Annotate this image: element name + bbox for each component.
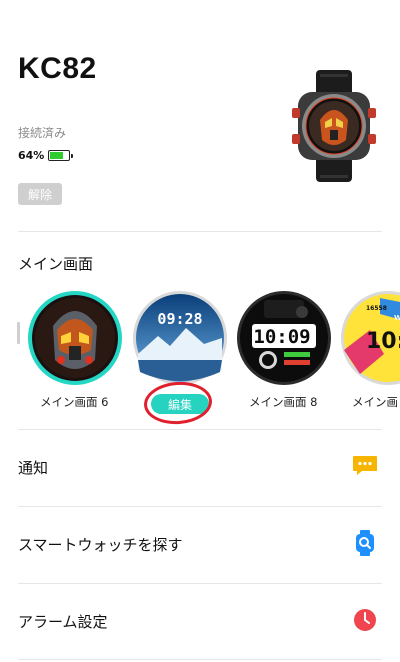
battery-fill: [50, 152, 64, 159]
watch-face-label: メイン画: [352, 395, 398, 409]
find-watch-icon: [352, 530, 378, 556]
unpair-button[interactable]: 解除: [18, 183, 62, 205]
menu-find-watch[interactable]: スマートウォッチを探す: [0, 506, 400, 582]
menu-notifications[interactable]: 通知: [0, 429, 400, 505]
menu-alarm-settings[interactable]: アラーム設定: [0, 583, 400, 659]
svg-text:16558: 16558: [366, 305, 387, 312]
watch-face-label: メイン画面 8: [249, 395, 318, 409]
divider: [18, 659, 382, 660]
watch-face-comic[interactable]: 16558 WED/28 10:0: [340, 290, 400, 386]
connection-status: 接続済み: [18, 126, 67, 140]
watch-face-time: 09:28: [157, 310, 202, 328]
scroll-edge-indicator: [17, 322, 20, 344]
menu-label: アラーム設定: [18, 613, 108, 631]
watch-face-label: メイン画面 6: [40, 395, 109, 409]
watch-face-6[interactable]: [27, 290, 123, 386]
menu-label: 通知: [18, 459, 49, 477]
main-screen-title: メイン画面: [18, 255, 94, 273]
device-name: KC82: [18, 52, 97, 85]
alarm-clock-icon: [352, 607, 378, 633]
watch-faces-strip[interactable]: メイン画面 6 09:28 編集 10:09 メイン画面 8 16558 W 1…: [0, 286, 400, 426]
watch-face-8[interactable]: 10:09: [236, 290, 332, 386]
watch-face-mountain[interactable]: 09:28: [132, 290, 228, 386]
svg-text:WED/28: WED/28: [394, 314, 400, 322]
divider: [18, 231, 382, 232]
battery-row: 64%: [18, 149, 74, 162]
watch-face-time: 10:0: [366, 329, 400, 354]
notification-chat-icon: [352, 453, 378, 479]
battery-icon: [48, 150, 74, 161]
menu-label: スマートウォッチを探す: [18, 536, 183, 554]
battery-percent: 64%: [18, 149, 45, 162]
edit-highlight-ring: [142, 379, 214, 426]
watch-image: [292, 70, 376, 182]
watch-face-time: 10:09: [253, 326, 310, 348]
